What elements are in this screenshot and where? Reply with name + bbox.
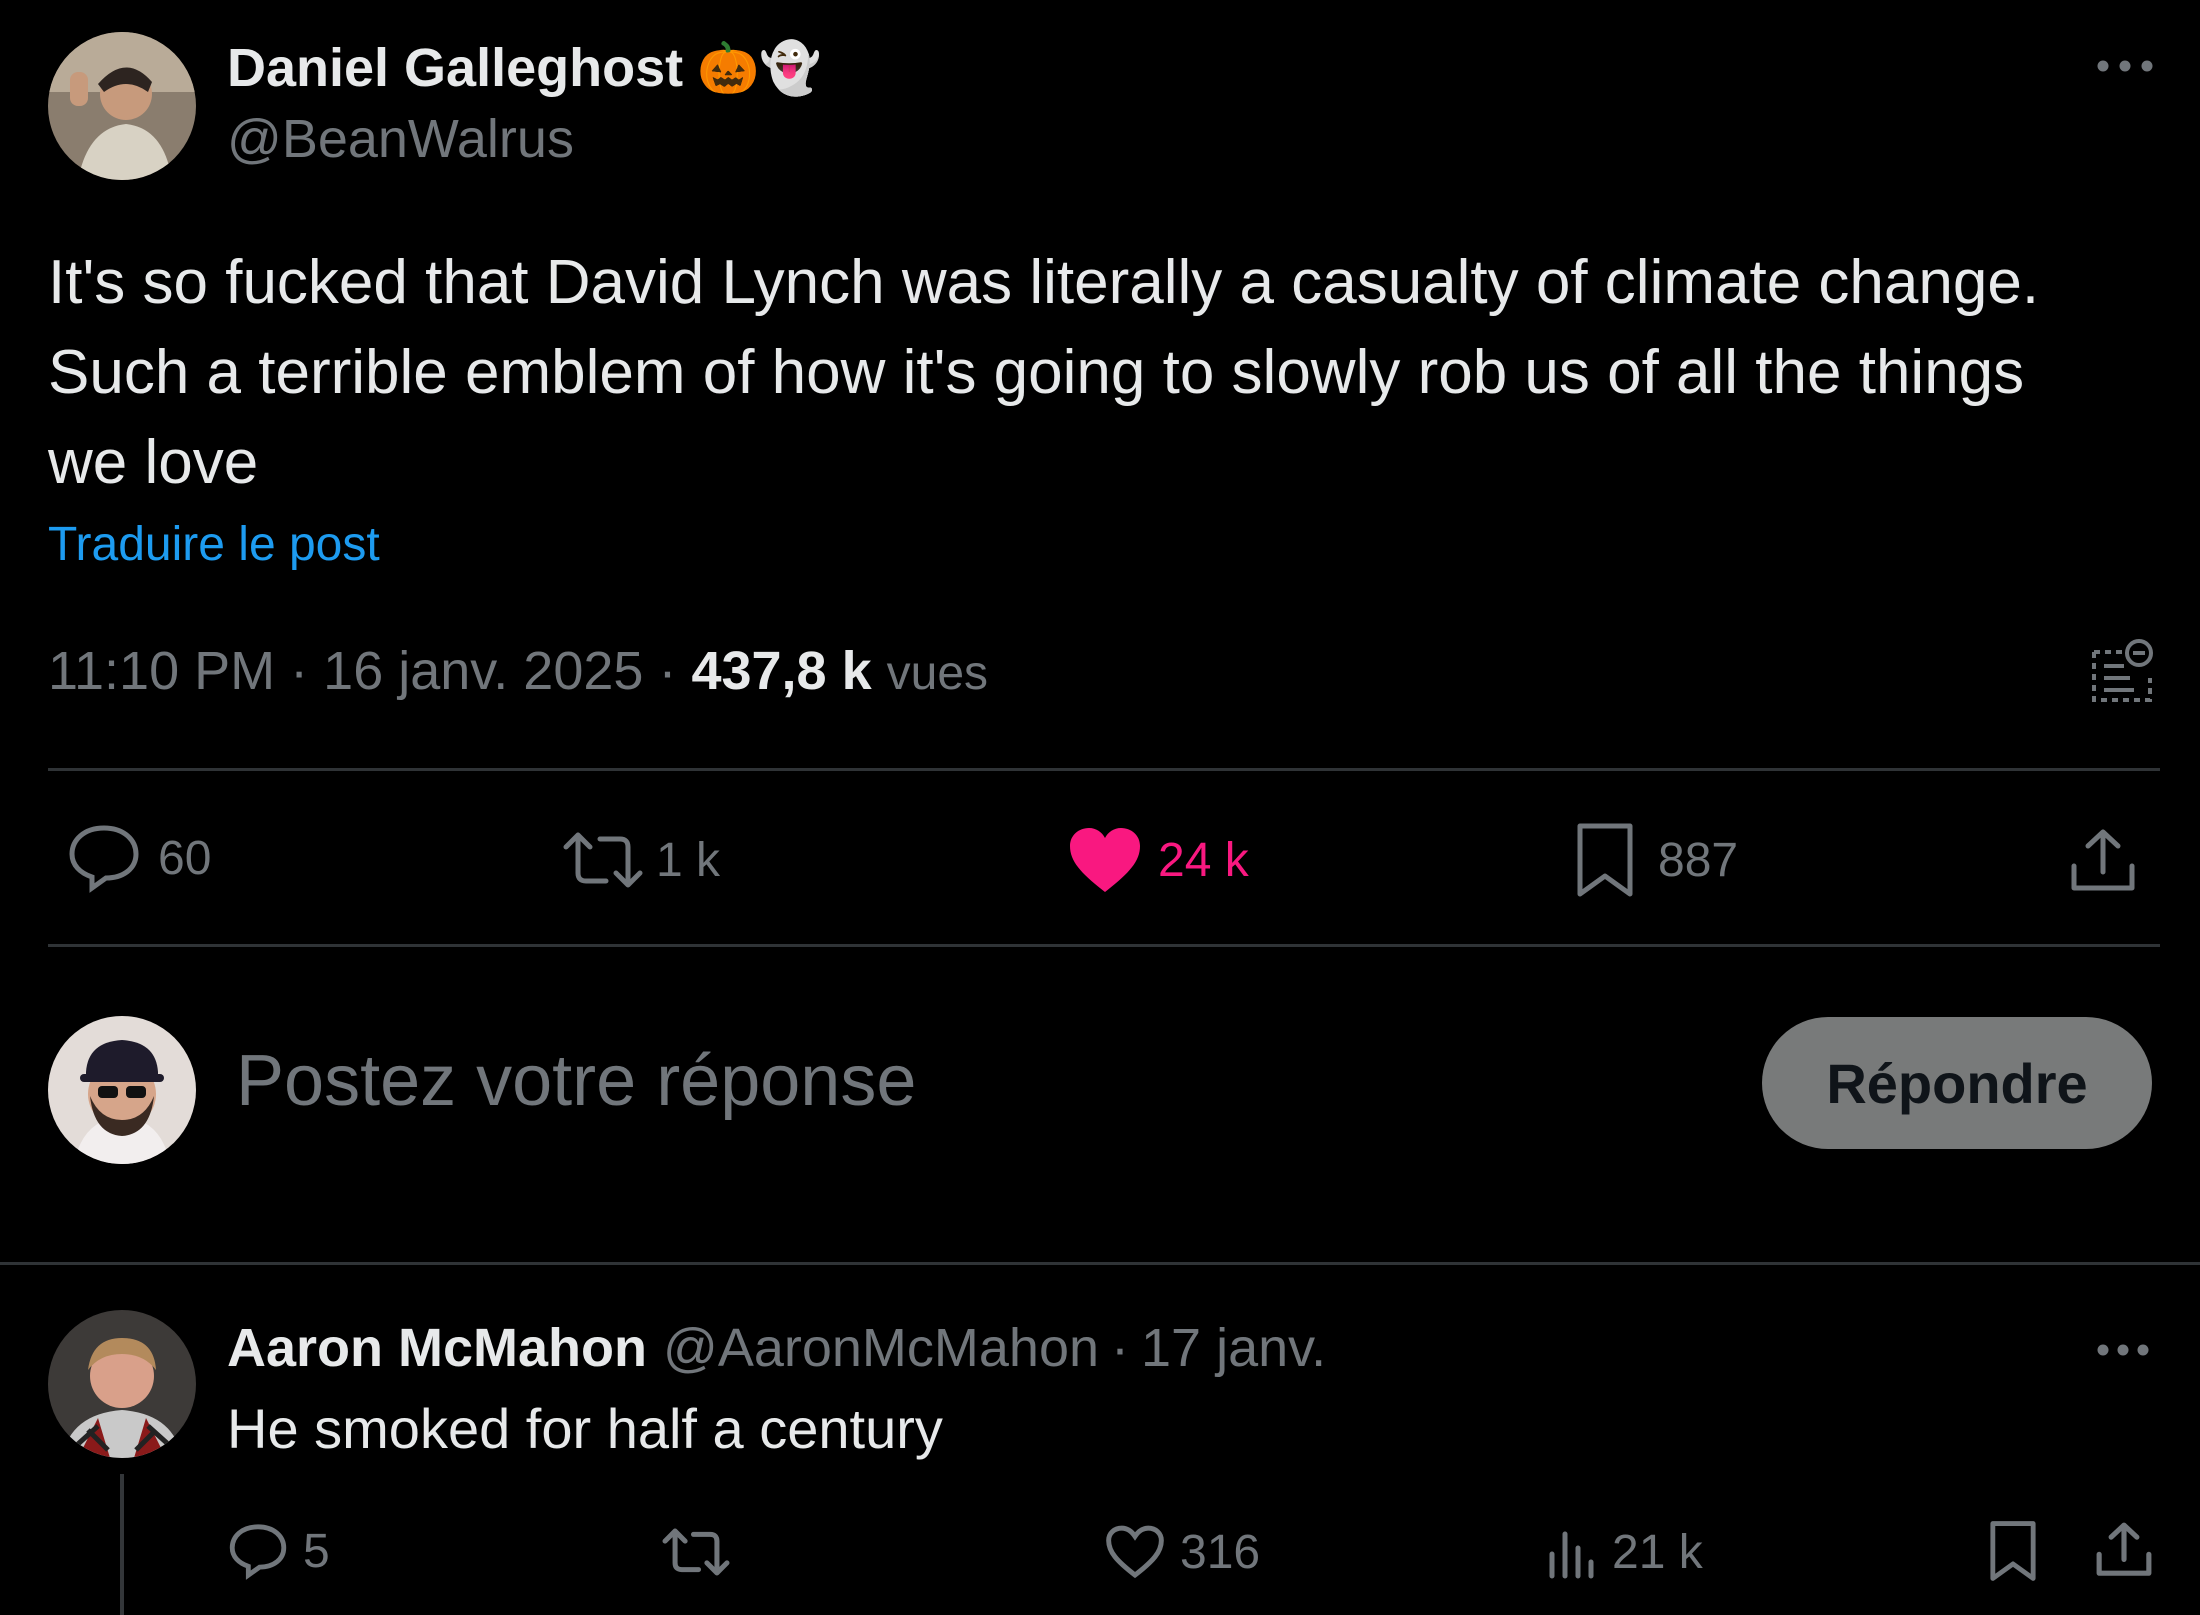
heart-filled-icon — [1068, 826, 1142, 894]
reply-views-action[interactable]: 21 k — [1546, 1522, 1703, 1582]
repost-icon — [660, 1526, 732, 1578]
reply-text: He smoked for half a century — [227, 1397, 943, 1460]
reply-more-options-icon[interactable] — [2095, 1342, 2151, 1358]
repost-icon — [560, 829, 646, 891]
reply-views-count: 21 k — [1612, 1525, 1703, 1579]
reply-reply-action[interactable]: 5 — [227, 1520, 330, 1582]
community-notes-icon[interactable] — [2090, 638, 2156, 704]
views-label: vues — [886, 647, 989, 700]
reply-date[interactable]: 17 janv. — [1141, 1317, 1326, 1379]
reply-author-name[interactable]: Aaron McMahon — [227, 1317, 647, 1379]
reply-action[interactable]: 60 — [66, 822, 211, 894]
reply-like-action[interactable]: 316 — [1104, 1522, 1260, 1582]
author-avatar[interactable] — [48, 32, 196, 180]
reply-icon — [66, 822, 142, 894]
tweet-date[interactable]: 16 janv. 2025 — [323, 641, 643, 701]
tweet-text-line: It's so fucked that David Lynch was lite… — [48, 248, 2040, 317]
author-handle[interactable]: @BeanWalrus — [227, 108, 574, 170]
reply-icon — [227, 1522, 289, 1580]
divider — [48, 768, 2160, 771]
reply-separator: · — [1111, 1318, 1130, 1378]
reply-header: Aaron McMahon @AaronMcMahon · 17 janv. — [227, 1312, 1326, 1384]
more-options-icon[interactable] — [2095, 58, 2155, 74]
reply-reply-count: 5 — [303, 1524, 330, 1578]
share-icon[interactable] — [2068, 826, 2138, 896]
author-name-row: Daniel Galleghost 🎃 👻 — [227, 34, 822, 102]
reply-submit-button[interactable]: Répondre — [1762, 1017, 2152, 1149]
reply-count: 60 — [158, 831, 212, 885]
analytics-icon — [1546, 1524, 1598, 1580]
author-name[interactable]: Daniel Galleghost — [227, 37, 683, 99]
reply-author-handle[interactable]: @AaronMcMahon — [663, 1317, 1099, 1379]
reply-bookmark-icon[interactable] — [1988, 1520, 2038, 1582]
repost-action[interactable]: 1 k — [560, 826, 720, 894]
heart-outline-icon — [1104, 1524, 1166, 1580]
tweet-time[interactable]: 11:10 PM — [48, 641, 275, 701]
divider — [48, 944, 2160, 947]
repost-count: 1 k — [656, 833, 721, 887]
meta-separator: · — [290, 641, 309, 701]
thread-line — [120, 1474, 124, 1615]
like-count: 24 k — [1158, 833, 1249, 887]
like-action[interactable]: 24 k — [1068, 824, 1249, 896]
tweet-text-line: we love — [48, 428, 259, 497]
reply-like-count: 316 — [1180, 1525, 1261, 1579]
tweet-meta: 11:10 PM · 16 janv. 2025 · 437,8 k vues — [48, 640, 988, 702]
translate-link[interactable]: Traduire le post — [48, 517, 380, 572]
reply-compose-input[interactable]: Postez votre réponse — [236, 1040, 916, 1122]
reply-repost-action[interactable] — [660, 1524, 732, 1580]
tweet-text-line: Such a terrible emblem of how it's going… — [48, 338, 2025, 407]
views-count: 437,8 k — [691, 641, 872, 701]
bookmark-icon — [1574, 822, 1636, 898]
current-user-avatar[interactable] — [48, 1016, 196, 1164]
ghost-emoji: 👻 — [759, 39, 822, 96]
pumpkin-emoji: 🎃 — [697, 39, 760, 96]
reply-share-icon[interactable] — [2094, 1520, 2154, 1580]
bookmark-count: 887 — [1658, 833, 1739, 887]
reply-author-avatar[interactable] — [48, 1310, 196, 1458]
tweet-text: It's so fucked that David Lynch was lite… — [48, 238, 2039, 508]
divider — [0, 1262, 2200, 1265]
meta-separator: · — [658, 641, 677, 701]
bookmark-action[interactable]: 887 — [1574, 822, 1738, 898]
